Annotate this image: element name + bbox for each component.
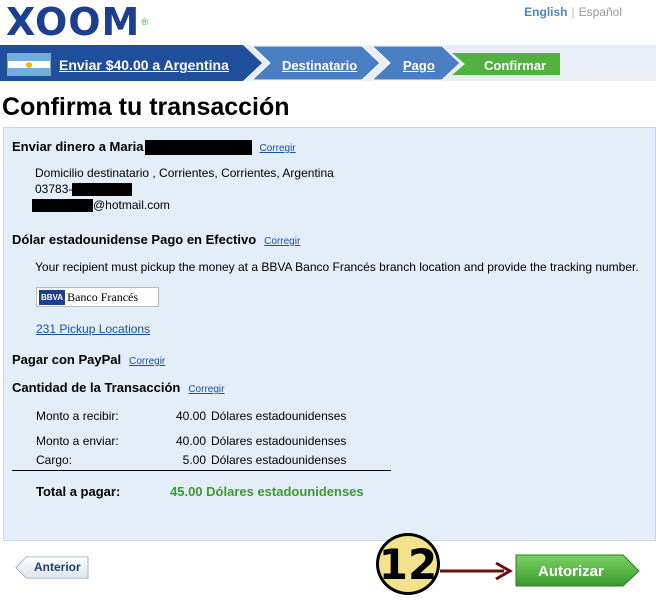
step-payment[interactable]: Pago [403, 58, 435, 73]
argentina-flag-icon [7, 53, 51, 76]
page-title: Confirma tu transacción [2, 93, 290, 121]
amount-row-value: 40.00 [175, 434, 206, 448]
delivery-note: Your recipient must pickup the money at … [35, 260, 639, 274]
step-number-badge: 12 [376, 533, 440, 595]
recipient-phone: 03783- [35, 182, 133, 197]
progress-steps-shapes [0, 45, 560, 81]
total-divider [12, 470, 391, 471]
arrow-right-icon [440, 561, 514, 581]
delivery-heading: Dólar estadounidense Pago en Efectivo Cor… [12, 232, 300, 247]
back-button-label: Anterior [34, 560, 81, 574]
redacted-surname [144, 140, 252, 156]
amount-row-currency: Dólares estadounidenses [211, 453, 347, 467]
amount-heading: Cantidad de la Transacción Corregir [12, 380, 224, 395]
recipient-email: @hotmail.com [32, 198, 170, 213]
amount-row-currency: Dólares estadounidenses [211, 409, 347, 423]
recipient-address: Domicilio destinatario , Corrientes, Cor… [35, 166, 334, 180]
step-send-amount[interactable]: Enviar $40.00 a Argentina [59, 57, 229, 73]
redacted-email [32, 199, 93, 213]
amount-row-label: Monto a recibir: [36, 409, 119, 423]
recipient-heading: Enviar dinero a Maria Corregir [12, 139, 296, 156]
pickup-locations-link[interactable]: 231 Pickup Locations [36, 322, 150, 336]
payment-heading: Pagar con PayPal Corregir [12, 352, 165, 367]
amount-row-currency: Dólares estadounidenses [211, 434, 347, 448]
edit-amount-link[interactable]: Corregir [188, 384, 224, 395]
edit-delivery-link[interactable]: Corregir [264, 236, 300, 247]
recipient-heading-text: Enviar dinero a Maria [12, 139, 144, 154]
amount-row-value: 40.00 [175, 409, 206, 423]
redacted-phone [72, 183, 133, 197]
amount-row-label: Monto a enviar: [36, 434, 119, 448]
authorize-button-label: Autorizar [538, 563, 604, 580]
payment-heading-text: Pagar con PayPal [12, 352, 122, 367]
delivery-heading-text: Dólar estadounidense Pago en Efectivo [12, 232, 257, 247]
step-confirm: Confirmar [484, 58, 547, 73]
banco-frances-logo-text: Banco Francés [67, 289, 139, 304]
total-value: 45.00 Dólares estadounidenses [170, 484, 364, 499]
phone-prefix: 03783- [35, 182, 73, 196]
amount-heading-text: Cantidad de la Transacción [12, 380, 181, 395]
email-suffix: @hotmail.com [93, 198, 170, 212]
edit-recipient-link[interactable]: Corregir [260, 143, 296, 154]
amount-row-label: Cargo: [36, 453, 73, 467]
total-label: Total a pagar: [36, 484, 121, 499]
edit-payment-link[interactable]: Corregir [129, 356, 165, 367]
banco-frances-logo: BBVA Banco Francés [36, 287, 159, 307]
amount-row-value: 5.00 [182, 453, 206, 467]
bbva-logo-mark: BBVA [39, 289, 66, 305]
step-recipient[interactable]: Destinatario [282, 58, 357, 73]
